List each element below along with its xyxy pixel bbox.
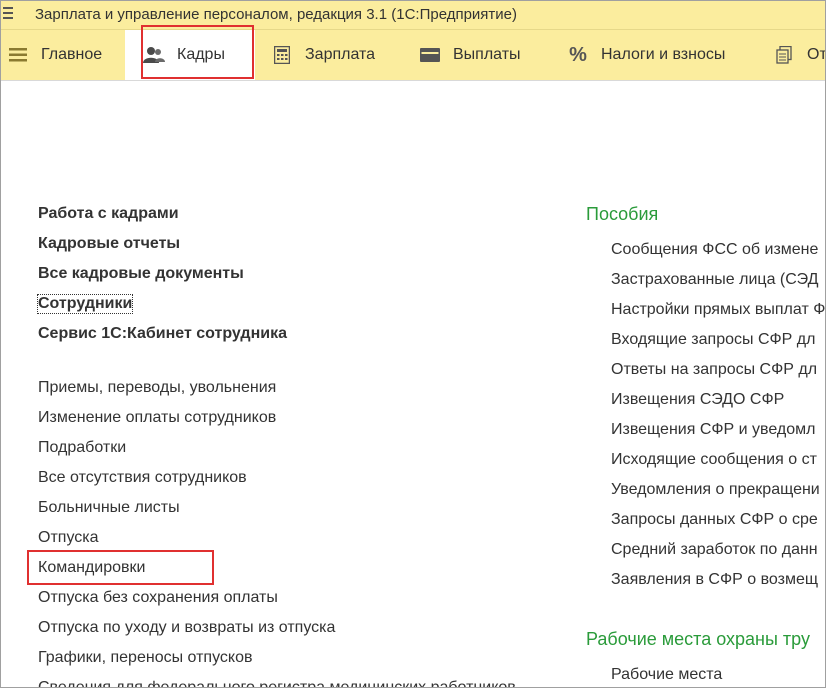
tab-label: Выплаты (453, 46, 521, 63)
link-grafiki[interactable]: Графики, переносы отпусков (38, 649, 252, 667)
link-rabota-s-kadrami[interactable]: Работа с кадрами (38, 205, 179, 223)
link-izveshcheniya-sedo[interactable]: Извещения СЭДО СФР (611, 391, 784, 409)
link-kadrovye-otchety[interactable]: Кадровые отчеты (38, 235, 180, 253)
link-otpuska-po-uhodu[interactable]: Отпуска по уходу и возвраты из отпуска (38, 619, 335, 637)
tab-label: Зарплата (305, 46, 376, 63)
link-zastrahovannye[interactable]: Застрахованные лица (СЭД (611, 271, 818, 289)
percent-icon: % (569, 43, 587, 66)
calculator-icon (271, 44, 293, 66)
link-komandirovki[interactable]: Командировки (38, 559, 145, 577)
link-izveshcheniya-sfr[interactable]: Извещения СФР и уведомл (611, 421, 815, 439)
documents-icon (773, 44, 795, 66)
link-sotrudniki[interactable]: Сотрудники (36, 294, 134, 314)
link-servis-kabinet[interactable]: Сервис 1С:Кабинет сотрудника (38, 325, 287, 343)
tab-main[interactable]: Главное (1, 30, 122, 80)
link-soobshcheniya-fss[interactable]: Сообщения ФСС об измене (611, 241, 818, 259)
wallet-icon (419, 44, 441, 66)
link-nastroyki-pryamyh[interactable]: Настройки прямых выплат Ф (611, 301, 825, 319)
link-svedeniya-frmr[interactable]: Сведения для федерального регистра медиц… (38, 679, 516, 687)
link-bolnichnye[interactable]: Больничные листы (38, 499, 180, 517)
people-icon (143, 44, 165, 66)
link-rabochie-mesta[interactable]: Рабочие места (611, 666, 722, 684)
tab-nalogi[interactable]: % Налоги и взносы (567, 30, 725, 80)
link-vse-otsutstviya[interactable]: Все отсутствия сотрудников (38, 469, 247, 487)
title-bar: Зарплата и управление персоналом, редакц… (1, 1, 825, 30)
window-title: Зарплата и управление персоналом, редакц… (35, 6, 518, 23)
tab-zarplata[interactable]: Зарплата (271, 30, 375, 80)
link-podrabotki[interactable]: Подработки (38, 439, 126, 457)
link-ishodyashchie[interactable]: Исходящие сообщения о ст (611, 451, 817, 469)
link-vhodyashchie-zaprosy[interactable]: Входящие запросы СФР дл (611, 331, 815, 349)
tab-label: Налоги и взносы (601, 46, 726, 63)
section-title-rabochie-mesta: Рабочие места охраны тру (586, 629, 810, 649)
link-zayavleniya-sfr[interactable]: Заявления в СФР о возмещ (611, 571, 818, 589)
link-otvety-na-zaprosy[interactable]: Ответы на запросы СФР дл (611, 361, 817, 379)
tab-label: Кадры (177, 46, 225, 63)
link-zaprosy-dannyh[interactable]: Запросы данных СФР о сре (611, 511, 818, 529)
tab-label: От (807, 46, 826, 63)
link-izmenenie-oplaty[interactable]: Изменение оплаты сотрудников (38, 409, 276, 427)
menu-lines-icon (7, 44, 29, 66)
link-sredniy-zarabotok[interactable]: Средний заработок по данн (611, 541, 818, 559)
hamburger-menu-icon[interactable] (3, 7, 13, 21)
link-vse-kadrovye-dokumenty[interactable]: Все кадровые документы (38, 265, 244, 283)
link-otpuska-bez-sohraneniya[interactable]: Отпуска без сохранения оплаты (38, 589, 278, 607)
section-tabs: Главное Кадры Зарплата Выплаты % Налоги … (1, 30, 826, 81)
tab-kadry[interactable]: Кадры (125, 30, 255, 80)
link-uvedomleniya[interactable]: Уведомления о прекращени (611, 481, 820, 499)
tab-label: Главное (41, 46, 103, 63)
section-title-posobiya: Пособия (586, 204, 659, 224)
tab-vyplaty[interactable]: Выплаты (419, 30, 521, 80)
link-priemy[interactable]: Приемы, переводы, увольнения (38, 379, 276, 397)
app-window: Зарплата и управление персоналом, редакц… (0, 0, 826, 688)
tab-more[interactable]: От (773, 30, 826, 80)
link-otpuska[interactable]: Отпуска (38, 529, 99, 547)
